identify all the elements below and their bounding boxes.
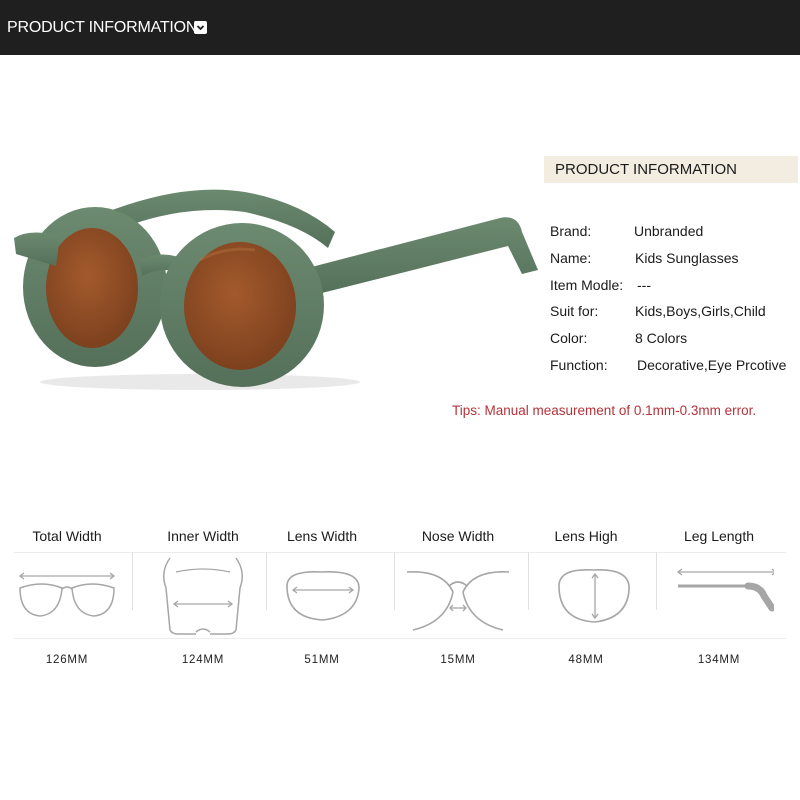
measure-lens-high: Lens High 48MM <box>521 528 651 678</box>
inner-width-icon <box>148 552 258 642</box>
measure-value: 15MM <box>440 654 476 666</box>
measurement-tips: Tips: Manual measurement of 0.1mm-0.3mm … <box>452 403 757 418</box>
measure-label: Total Width <box>32 528 102 544</box>
total-width-icon <box>12 552 122 642</box>
header-bar: PRODUCT INFORMATION <box>0 0 800 55</box>
nose-width-icon <box>403 552 513 642</box>
info-heading-text: PRODUCT INFORMATION <box>555 161 737 178</box>
spec-value: Kids Sunglasses <box>635 250 739 266</box>
measure-label: Lens High <box>554 528 618 544</box>
leg-length-icon <box>664 552 778 642</box>
measure-value: 48MM <box>568 654 604 666</box>
divider <box>132 552 133 610</box>
measure-label: Nose Width <box>421 528 495 544</box>
measure-value: 124MM <box>181 654 225 666</box>
measure-total-width: Total Width 126MM <box>2 528 132 678</box>
measure-lens-width: Lens Width 51MM <box>257 528 387 678</box>
spec-value: Kids,Boys,Girls,Child <box>635 303 766 319</box>
spec-value: --- <box>637 277 651 293</box>
spec-label: Function: <box>550 357 608 373</box>
lens-high-icon <box>531 552 641 642</box>
spec-value: Unbranded <box>634 223 704 239</box>
lens-width-icon <box>267 552 377 642</box>
spec-label: Name: <box>550 250 592 266</box>
spec-label: Suit for: <box>550 303 599 319</box>
measure-value: 134MM <box>697 654 741 666</box>
spec-label: Brand: <box>550 223 592 239</box>
info-heading: PRODUCT INFORMATION <box>544 156 798 183</box>
measure-nose-width: Nose Width 15MM <box>393 528 523 678</box>
measure-label: Inner Width <box>167 528 239 544</box>
spec-label: Item Modle: <box>550 277 624 293</box>
spec-value: Decorative,Eye Prcotive <box>637 357 787 373</box>
measure-inner-width: Inner Width 124MM <box>138 528 268 678</box>
measure-leg-length: Leg Length 134MM <box>654 528 784 678</box>
chevron-down-icon[interactable] <box>194 21 207 34</box>
measure-value: 51MM <box>304 654 340 666</box>
header-title: PRODUCT INFORMATION <box>7 19 198 36</box>
measure-label: Leg Length <box>683 528 755 544</box>
spec-label: Color: <box>550 330 588 346</box>
measure-label: Lens Width <box>286 528 358 544</box>
spec-value: 8 Colors <box>635 330 688 346</box>
measure-value: 126MM <box>45 654 89 666</box>
product-image <box>0 150 545 410</box>
